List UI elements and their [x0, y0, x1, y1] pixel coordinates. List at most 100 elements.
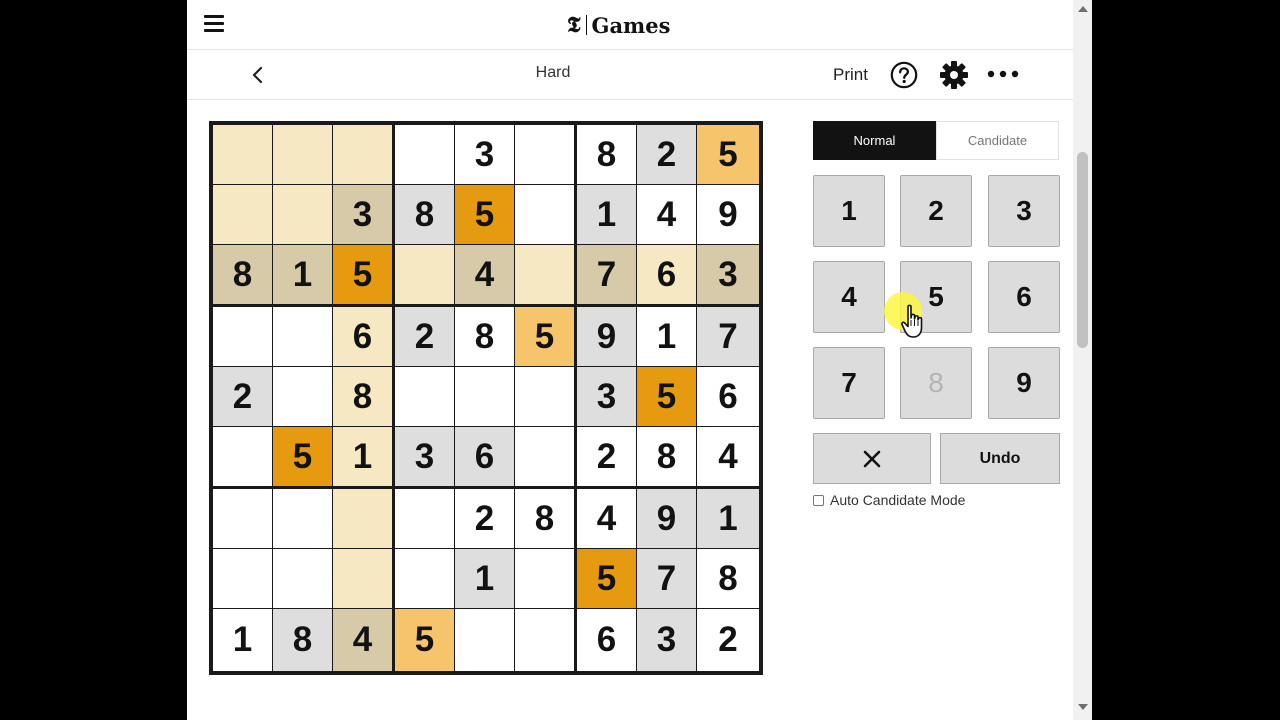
sudoku-cell[interactable]: 1 [455, 549, 514, 608]
sudoku-cell[interactable]: 1 [333, 427, 392, 486]
candidate-mode-tab[interactable]: Candidate [936, 121, 1059, 160]
sudoku-cell[interactable]: 8 [515, 489, 574, 548]
number-key-4[interactable]: 4 [813, 261, 885, 333]
sudoku-cell[interactable]: 8 [577, 125, 636, 184]
sudoku-cell[interactable]: 2 [697, 609, 759, 671]
sudoku-cell[interactable]: 5 [697, 125, 759, 184]
sudoku-cell[interactable]: 5 [273, 427, 332, 486]
sudoku-cell[interactable]: 4 [455, 245, 514, 304]
sudoku-cell[interactable] [273, 367, 332, 426]
sudoku-cell[interactable]: 4 [577, 489, 636, 548]
sudoku-cell[interactable]: 6 [577, 609, 636, 671]
sudoku-cell[interactable]: 2 [213, 367, 272, 426]
sudoku-cell[interactable]: 8 [637, 427, 696, 486]
sudoku-cell[interactable]: 6 [455, 427, 514, 486]
sudoku-cell[interactable]: 5 [333, 245, 392, 304]
games-logo[interactable]: 𝕿 Games [567, 12, 670, 38]
sudoku-cell[interactable]: 8 [697, 549, 759, 608]
sudoku-cell[interactable]: 3 [395, 427, 454, 486]
sudoku-cell[interactable]: 6 [637, 245, 696, 304]
sudoku-cell[interactable]: 8 [455, 307, 514, 366]
page-scrollbar[interactable] [1073, 0, 1092, 720]
sudoku-cell[interactable] [515, 549, 574, 608]
sudoku-cell[interactable] [515, 125, 574, 184]
sudoku-cell[interactable]: 5 [395, 609, 454, 671]
sudoku-cell[interactable] [515, 367, 574, 426]
scroll-up-arrow-icon[interactable] [1078, 6, 1088, 12]
undo-button[interactable]: Undo [940, 433, 1060, 484]
sudoku-cell[interactable] [213, 125, 272, 184]
sudoku-cell[interactable]: 5 [577, 549, 636, 608]
scroll-down-arrow-icon[interactable] [1078, 704, 1088, 710]
sudoku-cell[interactable]: 2 [395, 307, 454, 366]
sudoku-cell[interactable] [395, 367, 454, 426]
auto-candidate-toggle[interactable]: Auto Candidate Mode [813, 492, 965, 508]
normal-mode-tab[interactable]: Normal [813, 121, 936, 160]
sudoku-cell[interactable] [515, 185, 574, 244]
sudoku-cell[interactable] [333, 549, 392, 608]
sudoku-cell[interactable] [395, 245, 454, 304]
sudoku-cell[interactable]: 8 [213, 245, 272, 304]
sudoku-cell[interactable]: 4 [697, 427, 759, 486]
sudoku-cell[interactable]: 8 [273, 609, 332, 671]
sudoku-cell[interactable]: 3 [637, 609, 696, 671]
sudoku-cell[interactable] [213, 185, 272, 244]
sudoku-cell[interactable] [455, 609, 514, 671]
sudoku-cell[interactable]: 3 [697, 245, 759, 304]
sudoku-cell[interactable]: 7 [637, 549, 696, 608]
sudoku-cell[interactable]: 1 [697, 489, 759, 548]
sudoku-cell[interactable]: 4 [637, 185, 696, 244]
sudoku-cell[interactable]: 1 [273, 245, 332, 304]
sudoku-cell[interactable] [515, 427, 574, 486]
number-key-1[interactable]: 1 [813, 175, 885, 247]
sudoku-cell[interactable]: 7 [697, 307, 759, 366]
sudoku-cell[interactable] [213, 427, 272, 486]
more-options-icon[interactable] [987, 69, 1019, 79]
sudoku-cell[interactable]: 8 [333, 367, 392, 426]
number-key-6[interactable]: 6 [988, 261, 1060, 333]
back-chevron-icon[interactable] [251, 67, 265, 83]
sudoku-cell[interactable]: 1 [577, 185, 636, 244]
sudoku-cell[interactable]: 2 [577, 427, 636, 486]
sudoku-cell[interactable] [273, 125, 332, 184]
sudoku-cell[interactable] [213, 489, 272, 548]
sudoku-cell[interactable] [515, 245, 574, 304]
sudoku-cell[interactable]: 5 [637, 367, 696, 426]
sudoku-cell[interactable] [273, 307, 332, 366]
sudoku-cell[interactable]: 7 [577, 245, 636, 304]
sudoku-cell[interactable] [395, 125, 454, 184]
sudoku-cell[interactable]: 4 [333, 609, 392, 671]
sudoku-cell[interactable] [333, 489, 392, 548]
number-key-3[interactable]: 3 [988, 175, 1060, 247]
sudoku-cell[interactable]: 3 [577, 367, 636, 426]
sudoku-cell[interactable]: 3 [333, 185, 392, 244]
number-key-2[interactable]: 2 [900, 175, 972, 247]
sudoku-cell[interactable]: 9 [697, 185, 759, 244]
print-button[interactable]: Print [833, 65, 868, 85]
sudoku-cell[interactable]: 6 [333, 307, 392, 366]
sudoku-cell[interactable] [273, 489, 332, 548]
sudoku-cell[interactable]: 1 [637, 307, 696, 366]
sudoku-cell[interactable]: 6 [697, 367, 759, 426]
sudoku-cell[interactable] [395, 489, 454, 548]
number-key-9[interactable]: 9 [988, 347, 1060, 419]
sudoku-cell[interactable] [455, 367, 514, 426]
sudoku-cell[interactable]: 3 [455, 125, 514, 184]
sudoku-cell[interactable]: 1 [213, 609, 272, 671]
sudoku-cell[interactable] [213, 307, 272, 366]
sudoku-cell[interactable] [515, 609, 574, 671]
erase-button[interactable] [813, 433, 931, 484]
auto-candidate-checkbox[interactable] [813, 494, 824, 506]
menu-icon[interactable] [204, 15, 224, 33]
scrollbar-thumb[interactable] [1077, 152, 1088, 348]
sudoku-cell[interactable]: 2 [637, 125, 696, 184]
settings-gear-icon[interactable] [938, 59, 970, 91]
help-icon[interactable] [890, 61, 918, 89]
sudoku-cell[interactable]: 2 [455, 489, 514, 548]
sudoku-cell[interactable] [273, 185, 332, 244]
sudoku-cell[interactable]: 9 [637, 489, 696, 548]
sudoku-cell[interactable] [273, 549, 332, 608]
sudoku-cell[interactable] [395, 549, 454, 608]
number-key-8[interactable]: 8 [900, 347, 972, 419]
sudoku-cell[interactable] [333, 125, 392, 184]
